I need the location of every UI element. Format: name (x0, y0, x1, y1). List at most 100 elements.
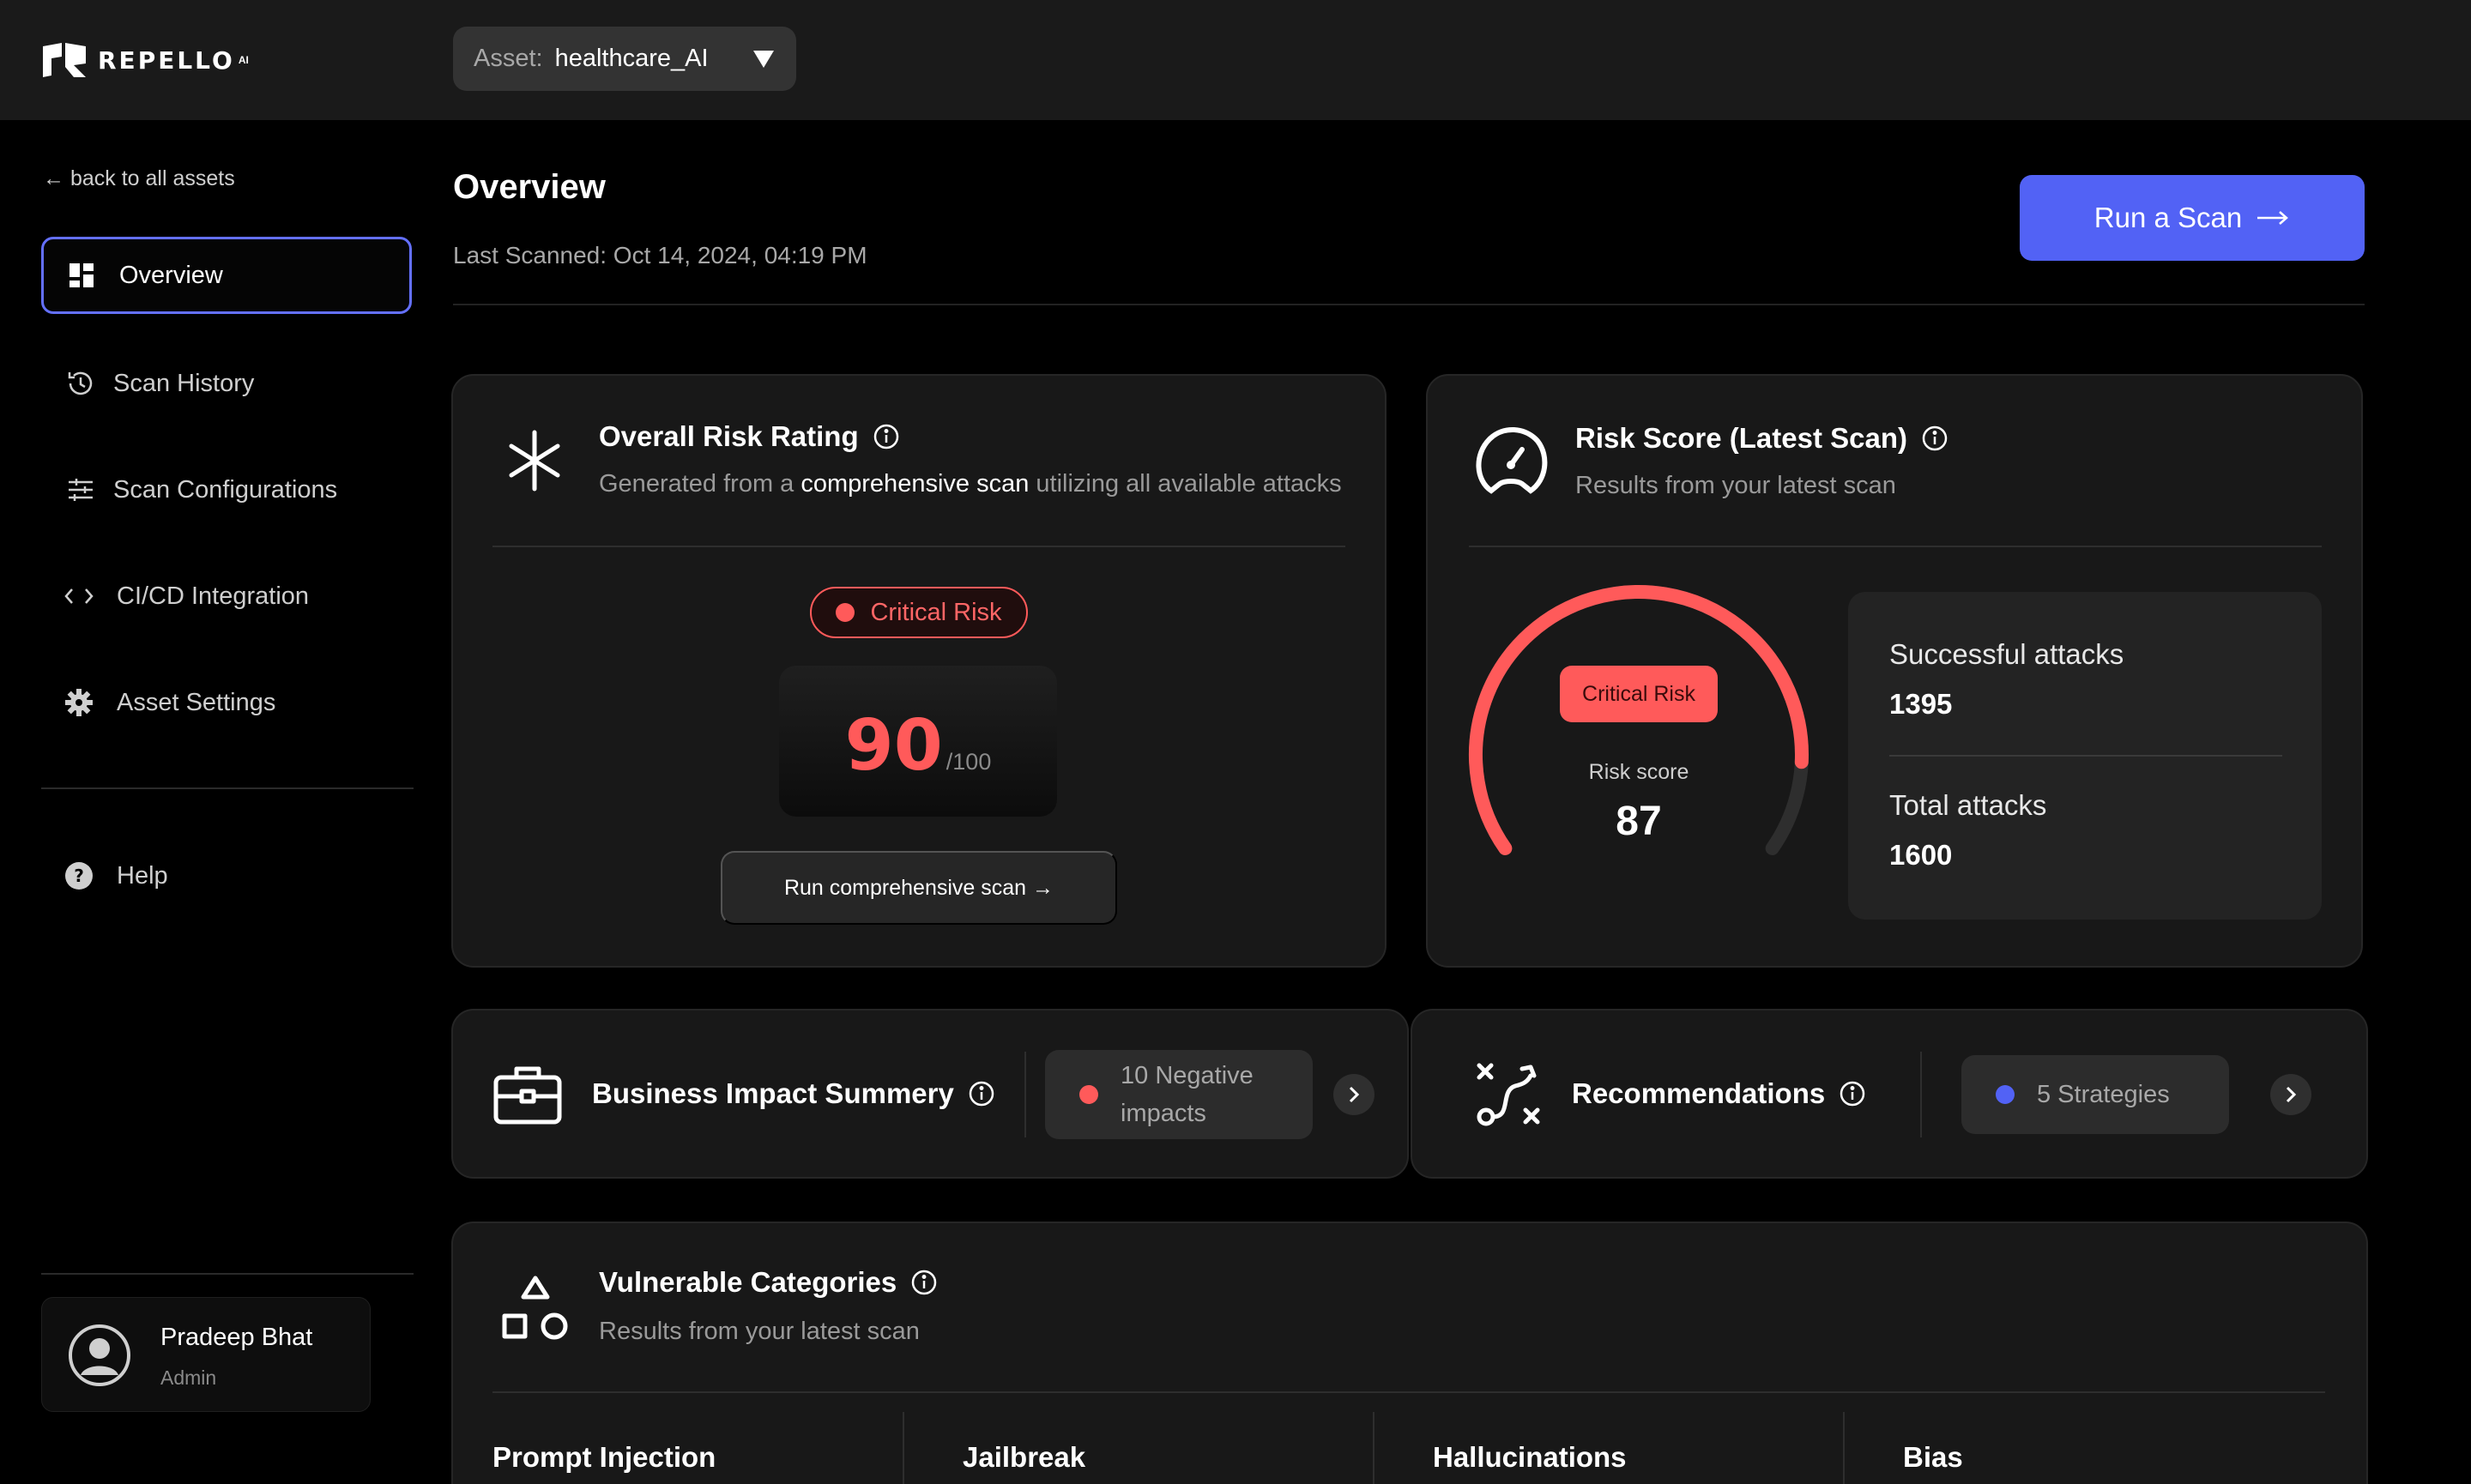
info-icon[interactable] (1921, 425, 1948, 452)
overall-risk-rating-title: Overall Risk Rating (599, 420, 900, 453)
category-hallucinations[interactable]: Hallucinations (1433, 1441, 1627, 1474)
category-jailbreak[interactable]: Jailbreak (963, 1441, 1085, 1474)
gear-icon (60, 684, 98, 721)
svg-text:?: ? (74, 866, 84, 886)
sidebar-item-asset-settings[interactable]: Asset Settings (41, 664, 412, 741)
overall-score-value: 90 (844, 705, 943, 787)
status-dot (1079, 1085, 1098, 1104)
risk-score-badge: Critical Risk (1560, 666, 1718, 722)
total-attacks-label: Total attacks (1889, 789, 2047, 821)
info-icon[interactable] (968, 1080, 995, 1107)
header-divider (453, 304, 2365, 305)
recommendations-open-button[interactable] (2270, 1074, 2311, 1115)
card-title-text: Recommendations (1572, 1077, 1826, 1109)
sidebar-item-label: Asset Settings (117, 688, 276, 716)
run-comprehensive-scan-button[interactable]: Run comprehensive scan → (721, 851, 1117, 925)
status-dot (1996, 1085, 2015, 1104)
status-dot (836, 603, 855, 622)
caret-down-icon (753, 51, 774, 68)
asset-select[interactable]: Asset: healthcare_AI (453, 27, 796, 91)
brand-logo[interactable]: REPELLO AI (39, 39, 249, 81)
successful-attacks-label: Successful attacks (1889, 638, 2124, 670)
asterisk-icon (509, 430, 560, 492)
info-icon[interactable] (1839, 1080, 1866, 1107)
overall-risk-rating-subtitle: Generated from a comprehensive scan util… (599, 470, 1342, 498)
chevron-right-icon (1349, 1086, 1360, 1103)
vertical-divider (1920, 1052, 1922, 1137)
info-icon[interactable] (873, 423, 900, 450)
chevron-right-icon (2286, 1086, 2297, 1103)
card-title-text: Overall Risk Rating (599, 420, 859, 452)
category-divider (1843, 1412, 1845, 1484)
business-impact-open-button[interactable] (1333, 1074, 1374, 1115)
page-title: Overview (453, 168, 606, 206)
risk-score-subtitle: Results from your latest scan (1575, 472, 1896, 499)
help-icon: ? (60, 857, 98, 895)
vulnerable-categories-title: Vulnerable Categories (599, 1266, 938, 1299)
category-prompt-injection[interactable]: Prompt Injection (492, 1441, 716, 1474)
card-divider (492, 546, 1345, 547)
vulnerable-categories-subtitle: Results from your latest scan (599, 1318, 920, 1345)
route-icon (1477, 1063, 1540, 1126)
business-impact-title: Business Impact Summery (592, 1077, 995, 1110)
vulnerable-categories-card (451, 1222, 2368, 1484)
back-to-assets-link[interactable]: ← back to all assets (43, 166, 235, 191)
asset-select-value: healthcare_AI (554, 45, 709, 72)
recommendations-title: Recommendations (1572, 1077, 1866, 1110)
subtitle-highlight: comprehensive scan (801, 470, 1030, 498)
arrow-right-icon (2257, 211, 2289, 225)
risk-score-value: 87 (1616, 799, 1662, 844)
sidebar-item-scan-history[interactable]: Scan History (41, 345, 412, 422)
risk-score-gauge (1469, 585, 1809, 855)
asset-select-label: Asset: (474, 45, 543, 72)
run-scan-label: Run a Scan (2093, 202, 2243, 233)
chip-text: 5 Strategies (2037, 1080, 2170, 1108)
sidebar-item-label: Scan Configurations (113, 475, 338, 504)
vertical-divider (1024, 1052, 1026, 1137)
category-divider (903, 1412, 904, 1484)
top-bar: REPELLO AI Asset: healthcare_AI (0, 0, 2471, 120)
sidebar-item-label: Overview (119, 261, 223, 289)
card-divider (1469, 546, 2322, 547)
total-attacks-value: 1600 (1889, 839, 1953, 871)
card-title-text: Vulnerable Categories (599, 1266, 897, 1298)
strategies-chip[interactable]: 5 Strategies (1961, 1055, 2229, 1134)
last-scanned-text: Last Scanned: Oct 14, 2024, 04:19 PM (453, 242, 867, 268)
repello-logo-icon (43, 43, 86, 77)
chip-line: 10 Negative (1121, 1062, 1254, 1089)
stats-divider (1889, 755, 2282, 757)
sidebar-divider (41, 1273, 414, 1275)
sidebar-item-cicd-integration[interactable]: CI/CD Integration (41, 558, 412, 635)
card-title-text: Business Impact Summery (592, 1077, 954, 1109)
grid-icon (63, 256, 100, 294)
sidebar-divider (41, 787, 414, 789)
sliders-icon (62, 471, 100, 509)
badge-label: Critical Risk (870, 598, 1002, 626)
overall-score-max: /100 (946, 749, 992, 775)
briefcase-icon (493, 1066, 562, 1125)
sidebar-item-help[interactable]: ? Help (41, 837, 412, 914)
user-role: Admin (160, 1366, 217, 1389)
chip-line: impacts (1121, 1100, 1206, 1127)
sidebar-item-label: Help (117, 861, 168, 890)
user-profile-card[interactable]: Pradeep Bhat Admin (41, 1297, 371, 1412)
shapes-icon (502, 1276, 568, 1340)
attack-stats-box: Successful attacks 1395 Total attacks 16… (1848, 592, 2322, 920)
negative-impacts-chip[interactable]: 10 Negative impacts (1045, 1050, 1313, 1139)
risk-score-label: Risk score (1588, 760, 1689, 784)
sidebar-item-label: Scan History (113, 369, 255, 397)
sidebar-item-scan-configurations[interactable]: Scan Configurations (41, 451, 412, 528)
subtitle-text: utilizing all available attacks (1036, 470, 1342, 498)
chip-text: 10 Negative impacts (1121, 1057, 1254, 1132)
category-bias[interactable]: Bias (1903, 1441, 1963, 1474)
category-divider (1373, 1412, 1374, 1484)
risk-score-title: Risk Score (Latest Scan) (1575, 422, 1948, 455)
sidebar-item-label: CI/CD Integration (117, 582, 310, 610)
critical-risk-badge: Critical Risk (810, 587, 1028, 638)
speedometer-icon (1476, 426, 1548, 494)
info-icon[interactable] (910, 1269, 938, 1296)
run-scan-button[interactable]: Run a Scan (2020, 175, 2365, 261)
successful-attacks-value: 1395 (1889, 688, 1953, 720)
sidebar-item-overview[interactable]: Overview (41, 237, 412, 314)
brand-name: REPELLO (98, 45, 235, 75)
